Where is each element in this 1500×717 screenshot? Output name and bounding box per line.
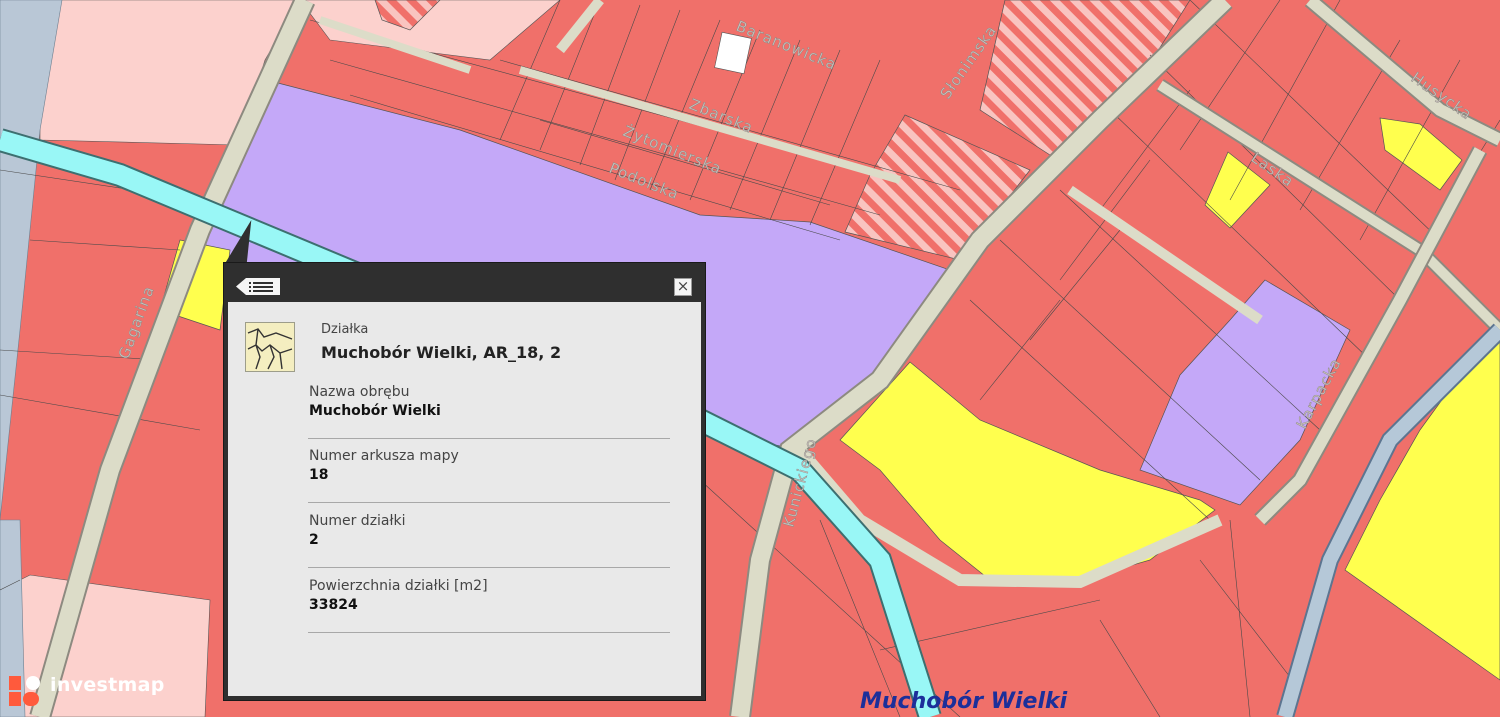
field-numer-dzialki: Numer działki 2 (308, 503, 670, 568)
logo-mark-icon (9, 676, 40, 706)
investmap-logo: investmap (8, 674, 168, 708)
feature-title: Muchobór Wielki, AR_18, 2 (321, 343, 562, 362)
field-powierzchnia: Powierzchnia działki [m2] 33824 (308, 568, 670, 633)
field-value: 2 (309, 532, 319, 548)
field-value: 18 (309, 467, 329, 483)
popup-pointer (224, 220, 252, 264)
field-value: 33824 (309, 597, 358, 613)
logo-text: investmap (50, 674, 165, 696)
layer-name: Działka (321, 322, 369, 337)
district-label: Muchobór Wielki (860, 689, 1068, 714)
feature-info-popup: × Działka Muchobór Wielki, AR_18, 2 Nazw… (223, 262, 706, 701)
popup-header: × (224, 263, 705, 301)
field-value: Muchobór Wielki (309, 403, 441, 419)
parcel-layer-icon (245, 322, 295, 372)
field-label: Numer arkusza mapy (309, 448, 459, 464)
popup-body: Działka Muchobór Wielki, AR_18, 2 Nazwa … (228, 302, 701, 696)
close-icon[interactable]: × (674, 278, 692, 296)
field-label: Nazwa obrębu (309, 384, 410, 400)
field-label: Powierzchnia działki [m2] (309, 578, 488, 594)
field-nazwa-obrebu: Nazwa obrębu Muchobór Wielki (308, 374, 670, 439)
field-numer-arkusza: Numer arkusza mapy 18 (308, 438, 670, 503)
field-label: Numer działki (309, 513, 406, 529)
list-icon[interactable] (236, 278, 280, 295)
